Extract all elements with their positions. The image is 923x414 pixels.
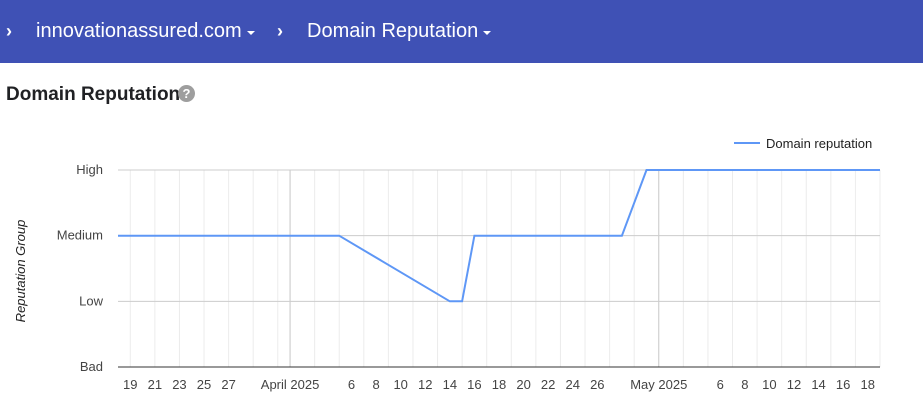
x-tick-label: 20	[516, 377, 530, 392]
x-tick-label: 8	[741, 377, 748, 392]
x-tick-label: 21	[148, 377, 162, 392]
legend-label: Domain reputation	[766, 136, 872, 151]
x-tick-label: 26	[590, 377, 604, 392]
x-tick-label: 10	[393, 377, 407, 392]
x-tick-label: 16	[467, 377, 481, 392]
x-tick-label: 24	[566, 377, 580, 392]
domain-reputation-chart: BadLowMediumHigh 19 21 23 25 27 April 2025 6 8 1…	[13, 136, 881, 392]
x-tick-label: 27	[221, 377, 235, 392]
x-tick-label: 12	[418, 377, 432, 392]
x-tick-label: 10	[762, 377, 776, 392]
breadcrumb-dashboard-selector[interactable]: Domain Reputation	[307, 0, 492, 63]
y-axis-title: Reputation Group	[13, 220, 28, 323]
x-tick-label: May 2025	[630, 377, 687, 392]
breadcrumb-domain-label: innovationassured.com	[36, 20, 242, 42]
x-tick-label: 6	[348, 377, 355, 392]
y-tick-label: High	[76, 162, 103, 177]
x-tick-label: 16	[836, 377, 850, 392]
x-tick-label: 12	[787, 377, 801, 392]
x-tick-label: 25	[197, 377, 211, 392]
breadcrumb-dashboard-label: Domain Reputation	[307, 20, 479, 42]
chart-x-axis: 19 21 23 25 27 April 2025 6 8 10 12 14 16 18 20 22 24 26…	[123, 377, 875, 392]
help-icon[interactable]: ?	[178, 85, 195, 102]
top-app-bar: › innovationassured.com › Domain Reputat…	[0, 0, 923, 63]
x-tick-label: April 2025	[261, 377, 320, 392]
x-tick-label: 23	[172, 377, 186, 392]
x-tick-label: 8	[372, 377, 379, 392]
chart-legend[interactable]: Domain reputation	[734, 136, 872, 151]
y-tick-label: Medium	[57, 228, 103, 243]
x-tick-label: 14	[811, 377, 825, 392]
breadcrumb-domain-selector[interactable]: innovationassured.com	[36, 0, 255, 63]
y-tick-label: Bad	[80, 359, 103, 374]
x-tick-label: 6	[717, 377, 724, 392]
x-tick-label: 18	[860, 377, 874, 392]
x-tick-label: 22	[541, 377, 555, 392]
y-tick-label: Low	[79, 293, 103, 308]
page-title: Domain Reputation	[6, 84, 181, 105]
chevron-right-icon: ›	[277, 21, 283, 41]
dropdown-caret-icon	[483, 30, 492, 35]
dropdown-caret-icon	[246, 30, 255, 35]
chevron-right-icon: ›	[6, 21, 12, 41]
x-tick-label: 14	[443, 377, 457, 392]
chart-grid	[118, 169, 881, 368]
x-tick-label: 18	[492, 377, 506, 392]
chart-y-axis: Bad Low Medium High	[57, 162, 104, 374]
x-tick-label: 19	[123, 377, 137, 392]
